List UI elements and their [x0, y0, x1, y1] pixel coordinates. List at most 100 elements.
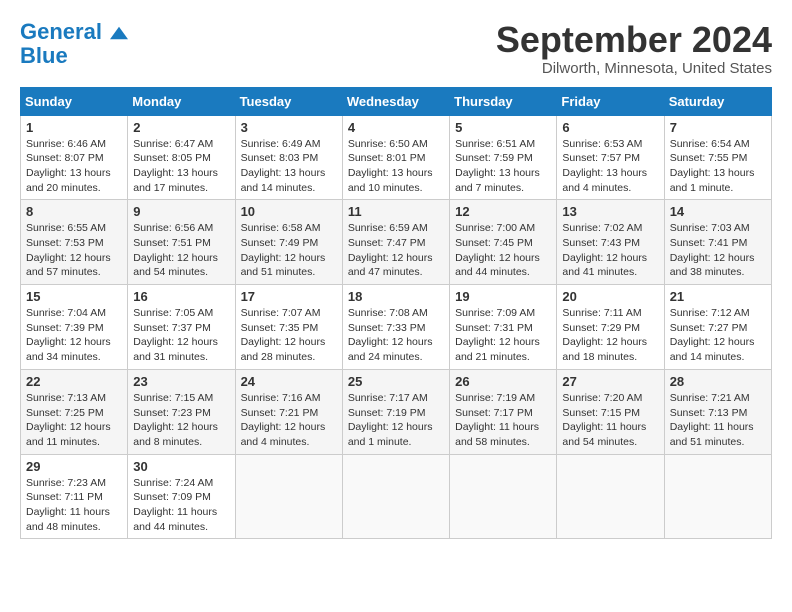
- day-info: Sunrise: 7:13 AM Sunset: 7:25 PM Dayligh…: [26, 391, 122, 450]
- daylight-label: Daylight: 11 hours and 44 minutes.: [133, 506, 217, 533]
- sunrise-label: Sunrise: 7:04 AM: [26, 307, 106, 319]
- calendar-cell: [342, 454, 449, 539]
- header-tuesday: Tuesday: [235, 87, 342, 115]
- sunset-label: Sunset: 7:49 PM: [241, 237, 319, 249]
- daylight-label: Daylight: 12 hours and 51 minutes.: [241, 252, 326, 279]
- sunrise-label: Sunrise: 7:11 AM: [562, 307, 641, 319]
- daylight-label: Daylight: 13 hours and 17 minutes.: [133, 167, 218, 194]
- daylight-label: Daylight: 12 hours and 38 minutes.: [670, 252, 755, 279]
- sunrise-label: Sunrise: 6:51 AM: [455, 138, 535, 150]
- day-number: 23: [133, 374, 229, 389]
- calendar-cell: 8 Sunrise: 6:55 AM Sunset: 7:53 PM Dayli…: [21, 200, 128, 285]
- sunset-label: Sunset: 7:09 PM: [133, 491, 211, 503]
- sunset-label: Sunset: 7:23 PM: [133, 407, 211, 419]
- calendar-week-row: 8 Sunrise: 6:55 AM Sunset: 7:53 PM Dayli…: [21, 200, 772, 285]
- day-info: Sunrise: 7:24 AM Sunset: 7:09 PM Dayligh…: [133, 476, 229, 535]
- daylight-label: Daylight: 12 hours and 47 minutes.: [348, 252, 433, 279]
- title-section: September 2024 Dilworth, Minnesota, Unit…: [496, 20, 772, 77]
- day-info: Sunrise: 6:46 AM Sunset: 8:07 PM Dayligh…: [26, 137, 122, 196]
- header-saturday: Saturday: [664, 87, 771, 115]
- day-info: Sunrise: 6:55 AM Sunset: 7:53 PM Dayligh…: [26, 221, 122, 280]
- header-row: Sunday Monday Tuesday Wednesday Thursday…: [21, 87, 772, 115]
- sunrise-label: Sunrise: 7:24 AM: [133, 477, 213, 489]
- day-number: 6: [562, 120, 658, 135]
- calendar-cell: 5 Sunrise: 6:51 AM Sunset: 7:59 PM Dayli…: [450, 115, 557, 200]
- sunset-label: Sunset: 8:05 PM: [133, 152, 211, 164]
- sunset-label: Sunset: 7:19 PM: [348, 407, 426, 419]
- day-number: 30: [133, 459, 229, 474]
- daylight-label: Daylight: 13 hours and 7 minutes.: [455, 167, 540, 194]
- day-info: Sunrise: 7:19 AM Sunset: 7:17 PM Dayligh…: [455, 391, 551, 450]
- calendar-week-row: 22 Sunrise: 7:13 AM Sunset: 7:25 PM Dayl…: [21, 369, 772, 454]
- day-number: 10: [241, 204, 337, 219]
- sunrise-label: Sunrise: 7:19 AM: [455, 392, 535, 404]
- sunrise-label: Sunrise: 6:58 AM: [241, 222, 321, 234]
- day-number: 13: [562, 204, 658, 219]
- sunset-label: Sunset: 8:03 PM: [241, 152, 319, 164]
- day-info: Sunrise: 7:17 AM Sunset: 7:19 PM Dayligh…: [348, 391, 444, 450]
- calendar-cell: 24 Sunrise: 7:16 AM Sunset: 7:21 PM Dayl…: [235, 369, 342, 454]
- sunrise-label: Sunrise: 6:46 AM: [26, 138, 106, 150]
- sunrise-label: Sunrise: 6:47 AM: [133, 138, 213, 150]
- daylight-label: Daylight: 12 hours and 44 minutes.: [455, 252, 540, 279]
- daylight-label: Daylight: 12 hours and 54 minutes.: [133, 252, 218, 279]
- logo-icon: [110, 26, 128, 40]
- sunrise-label: Sunrise: 7:00 AM: [455, 222, 535, 234]
- daylight-label: Daylight: 11 hours and 58 minutes.: [455, 421, 539, 448]
- daylight-label: Daylight: 12 hours and 28 minutes.: [241, 336, 326, 363]
- calendar-cell: 7 Sunrise: 6:54 AM Sunset: 7:55 PM Dayli…: [664, 115, 771, 200]
- calendar-cell: 30 Sunrise: 7:24 AM Sunset: 7:09 PM Dayl…: [128, 454, 235, 539]
- day-info: Sunrise: 7:16 AM Sunset: 7:21 PM Dayligh…: [241, 391, 337, 450]
- day-number: 11: [348, 204, 444, 219]
- day-info: Sunrise: 6:50 AM Sunset: 8:01 PM Dayligh…: [348, 137, 444, 196]
- logo-blue: Blue: [20, 43, 68, 68]
- calendar-cell: 27 Sunrise: 7:20 AM Sunset: 7:15 PM Dayl…: [557, 369, 664, 454]
- day-info: Sunrise: 7:09 AM Sunset: 7:31 PM Dayligh…: [455, 306, 551, 365]
- sunset-label: Sunset: 7:53 PM: [26, 237, 104, 249]
- day-info: Sunrise: 7:03 AM Sunset: 7:41 PM Dayligh…: [670, 221, 766, 280]
- calendar-cell: 6 Sunrise: 6:53 AM Sunset: 7:57 PM Dayli…: [557, 115, 664, 200]
- day-number: 22: [26, 374, 122, 389]
- daylight-label: Daylight: 13 hours and 20 minutes.: [26, 167, 111, 194]
- calendar-cell: 12 Sunrise: 7:00 AM Sunset: 7:45 PM Dayl…: [450, 200, 557, 285]
- sunset-label: Sunset: 7:55 PM: [670, 152, 748, 164]
- calendar-cell: 16 Sunrise: 7:05 AM Sunset: 7:37 PM Dayl…: [128, 285, 235, 370]
- sunrise-label: Sunrise: 6:50 AM: [348, 138, 428, 150]
- calendar-table: Sunday Monday Tuesday Wednesday Thursday…: [20, 87, 772, 540]
- sunset-label: Sunset: 7:57 PM: [562, 152, 640, 164]
- sunset-label: Sunset: 7:37 PM: [133, 322, 211, 334]
- calendar-cell: [235, 454, 342, 539]
- daylight-label: Daylight: 13 hours and 1 minute.: [670, 167, 755, 194]
- day-number: 15: [26, 289, 122, 304]
- daylight-label: Daylight: 12 hours and 24 minutes.: [348, 336, 433, 363]
- calendar-header: Sunday Monday Tuesday Wednesday Thursday…: [21, 87, 772, 115]
- daylight-label: Daylight: 12 hours and 41 minutes.: [562, 252, 647, 279]
- sunrise-label: Sunrise: 6:49 AM: [241, 138, 321, 150]
- logo-general: General: [20, 19, 102, 44]
- day-number: 29: [26, 459, 122, 474]
- sunrise-label: Sunrise: 7:09 AM: [455, 307, 535, 319]
- day-number: 25: [348, 374, 444, 389]
- sunset-label: Sunset: 7:21 PM: [241, 407, 319, 419]
- page-header: General Blue September 2024 Dilworth, Mi…: [20, 20, 772, 77]
- calendar-cell: 15 Sunrise: 7:04 AM Sunset: 7:39 PM Dayl…: [21, 285, 128, 370]
- calendar-cell: 22 Sunrise: 7:13 AM Sunset: 7:25 PM Dayl…: [21, 369, 128, 454]
- calendar-cell: 4 Sunrise: 6:50 AM Sunset: 8:01 PM Dayli…: [342, 115, 449, 200]
- calendar-week-row: 29 Sunrise: 7:23 AM Sunset: 7:11 PM Dayl…: [21, 454, 772, 539]
- day-number: 7: [670, 120, 766, 135]
- day-info: Sunrise: 7:12 AM Sunset: 7:27 PM Dayligh…: [670, 306, 766, 365]
- calendar-cell: 14 Sunrise: 7:03 AM Sunset: 7:41 PM Dayl…: [664, 200, 771, 285]
- calendar-cell: 17 Sunrise: 7:07 AM Sunset: 7:35 PM Dayl…: [235, 285, 342, 370]
- day-info: Sunrise: 7:21 AM Sunset: 7:13 PM Dayligh…: [670, 391, 766, 450]
- calendar-cell: 26 Sunrise: 7:19 AM Sunset: 7:17 PM Dayl…: [450, 369, 557, 454]
- header-friday: Friday: [557, 87, 664, 115]
- daylight-label: Daylight: 13 hours and 10 minutes.: [348, 167, 433, 194]
- calendar-cell: 19 Sunrise: 7:09 AM Sunset: 7:31 PM Dayl…: [450, 285, 557, 370]
- sunrise-label: Sunrise: 6:56 AM: [133, 222, 213, 234]
- sunrise-label: Sunrise: 6:54 AM: [670, 138, 750, 150]
- day-info: Sunrise: 7:23 AM Sunset: 7:11 PM Dayligh…: [26, 476, 122, 535]
- sunset-label: Sunset: 7:27 PM: [670, 322, 748, 334]
- sunrise-label: Sunrise: 7:05 AM: [133, 307, 213, 319]
- calendar-cell: 13 Sunrise: 7:02 AM Sunset: 7:43 PM Dayl…: [557, 200, 664, 285]
- day-number: 21: [670, 289, 766, 304]
